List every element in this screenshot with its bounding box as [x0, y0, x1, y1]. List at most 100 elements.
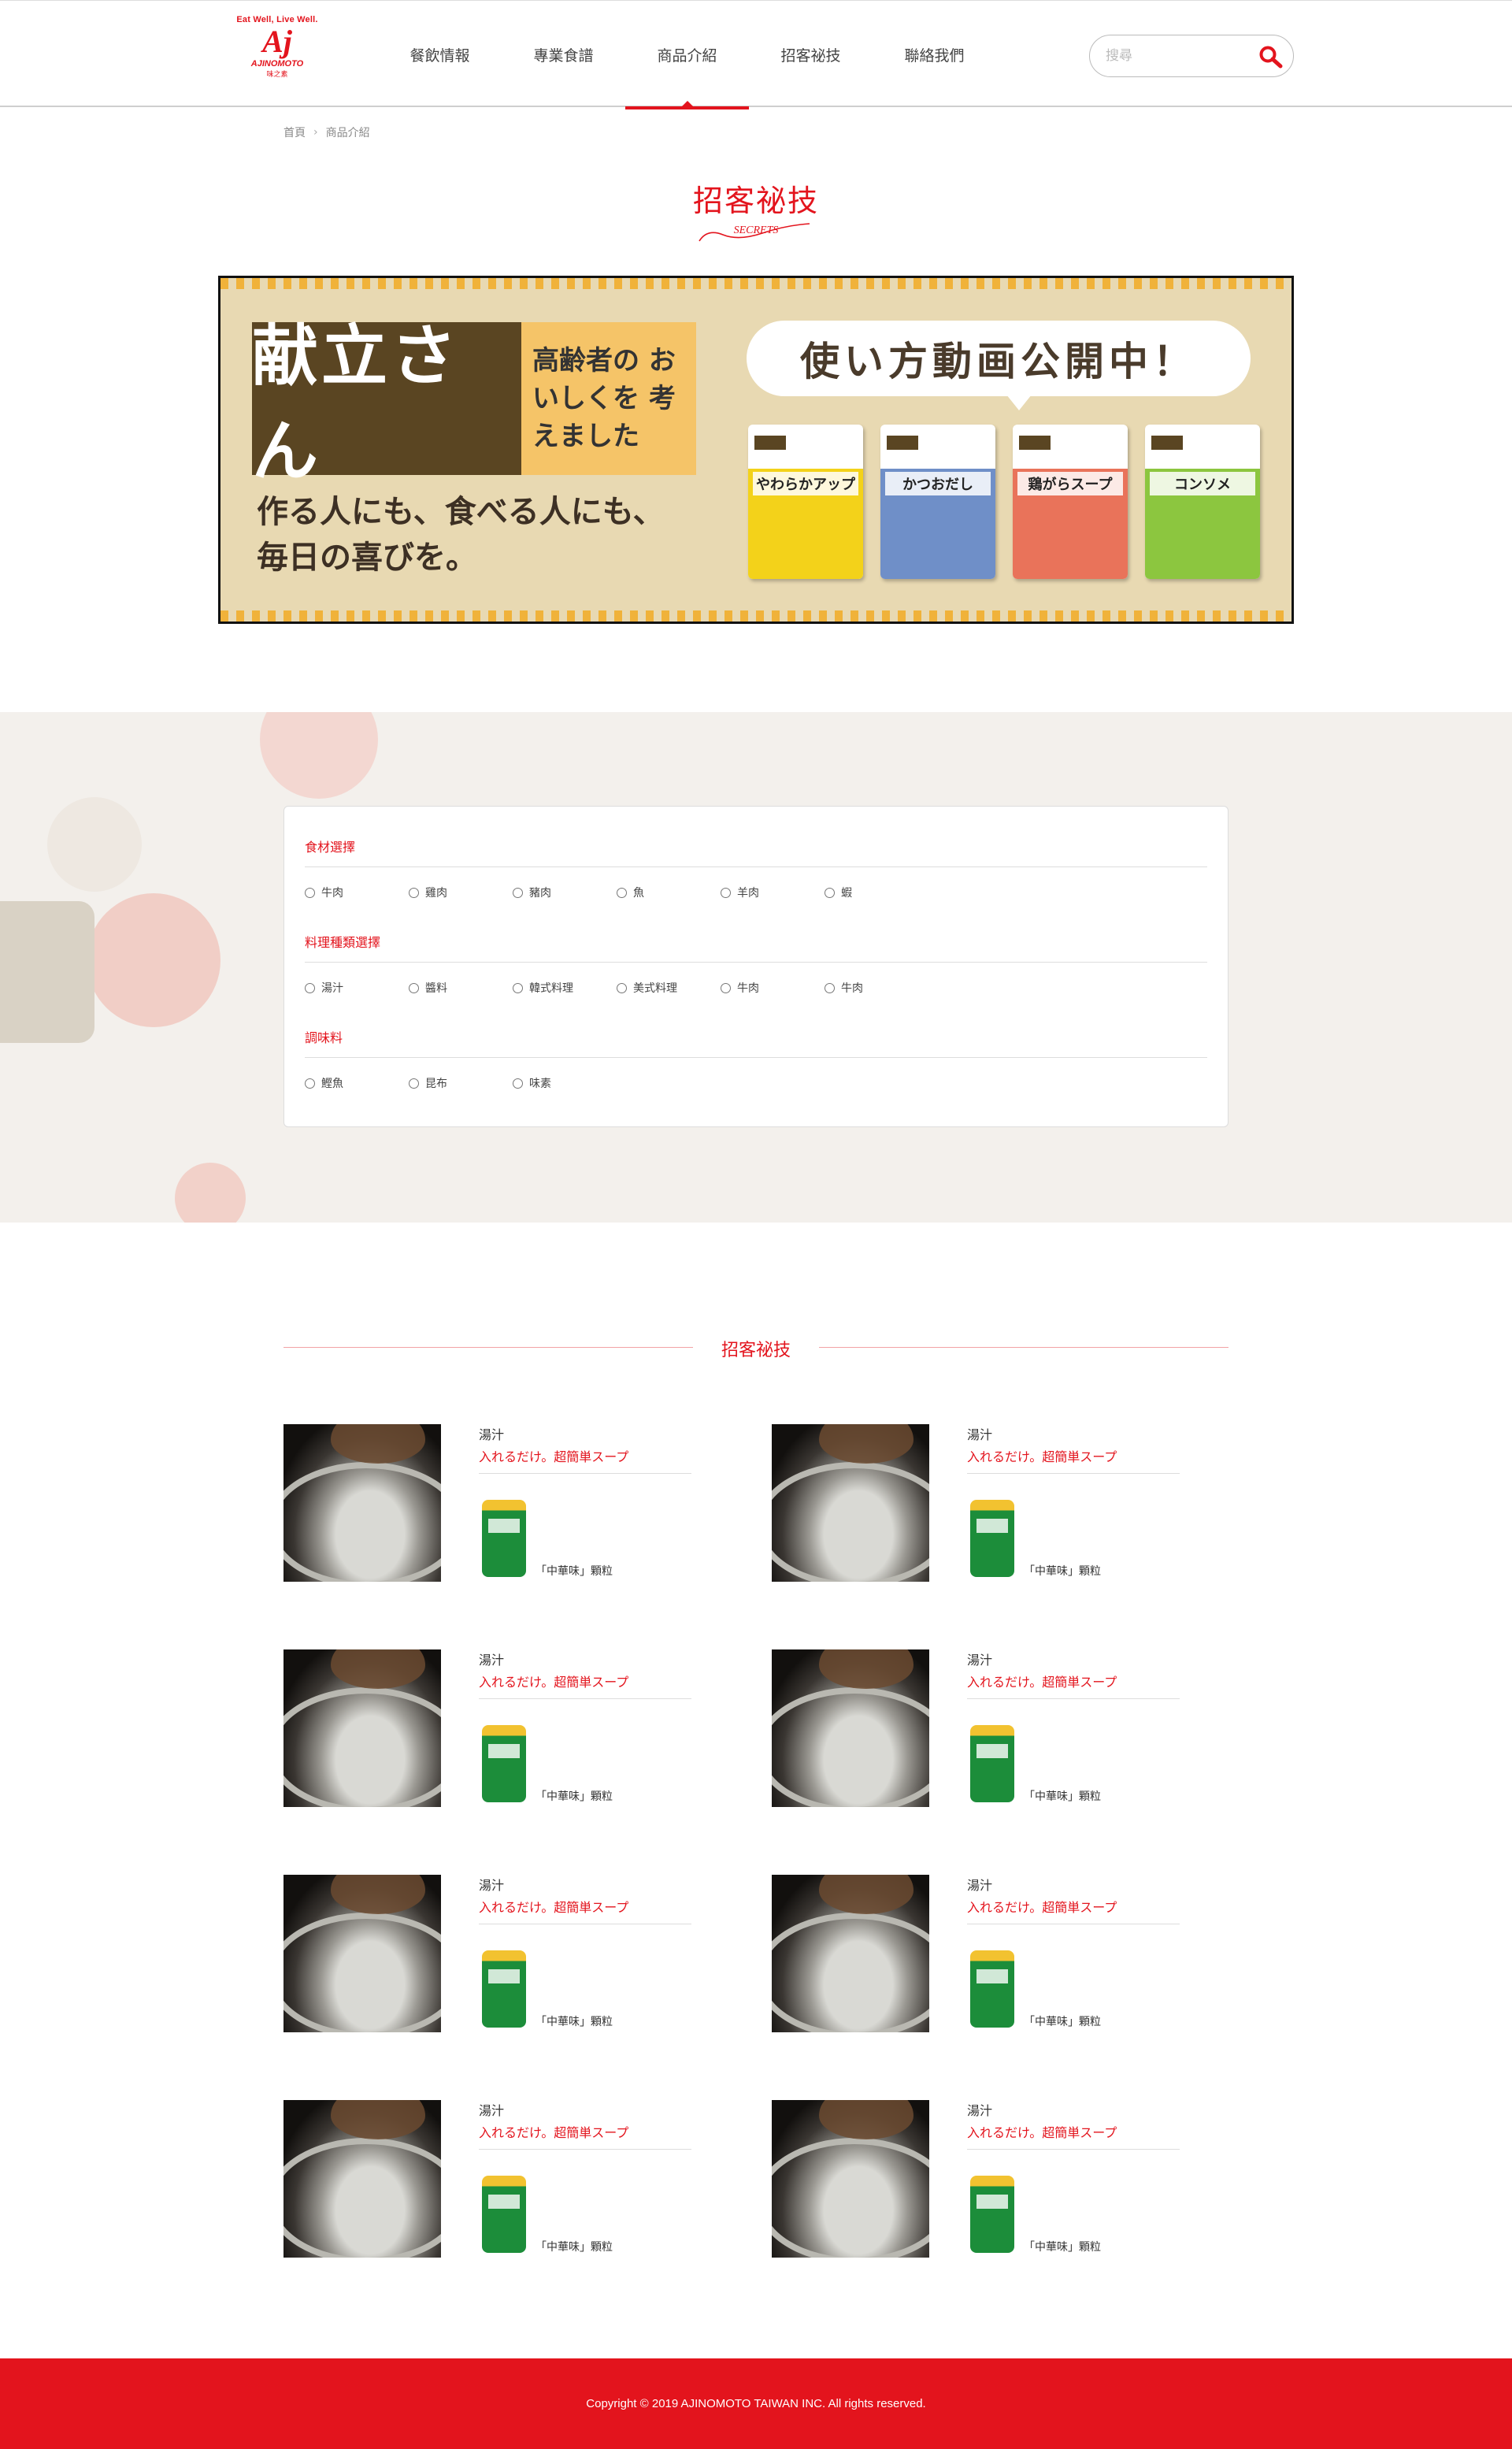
- recipe-thumbnail[interactable]: [772, 1875, 929, 2032]
- radio-button[interactable]: [513, 982, 523, 993]
- filter-option[interactable]: 湯汁: [305, 980, 409, 996]
- radio-button[interactable]: [617, 887, 627, 898]
- radio-button[interactable]: [409, 982, 419, 993]
- recipe-card[interactable]: 湯汁 入れるだけ。超簡単スープ 「中華味」顆粒: [284, 1424, 724, 1582]
- radio-button[interactable]: [617, 982, 627, 993]
- ajinomoto-logo[interactable]: Eat Well, Live Well. Aj AJINOMOTO 味之素: [228, 15, 326, 94]
- filter-option[interactable]: 蝦: [825, 885, 928, 900]
- recipe-category: 湯汁: [967, 1653, 993, 1668]
- filter-panel: 食材選擇 牛肉 雞肉 豬肉 魚 羊肉 蝦 料理種類選擇 湯汁 醬料 韓式料理 美…: [284, 806, 1228, 1127]
- radio-button[interactable]: [513, 887, 523, 898]
- recipe-thumbnail[interactable]: [772, 1424, 929, 1582]
- recipe-product-name: 「中華味」顆粒: [536, 1790, 613, 1803]
- recipe-category: 湯汁: [967, 1878, 993, 1893]
- nav-item-recipes[interactable]: 專業食譜: [502, 1, 625, 108]
- filter-option[interactable]: 昆布: [409, 1075, 513, 1091]
- banner-package: やわらかアップ: [748, 425, 863, 579]
- recipe-title[interactable]: 入れるだけ。超簡単スープ: [479, 1446, 628, 1465]
- product-can-image: [970, 1950, 1014, 2028]
- recipe-thumbnail[interactable]: [772, 1649, 929, 1807]
- nav-item-secrets[interactable]: 招客祕技: [749, 1, 873, 108]
- recipe-card[interactable]: 湯汁 入れるだけ。超簡単スープ 「中華味」顆粒: [772, 1424, 1213, 1582]
- logo-mark: Aj: [262, 24, 292, 59]
- radio-button[interactable]: [825, 887, 835, 898]
- page-title-text: 招客祕技: [692, 184, 819, 218]
- banner-tag-box: 高齢者の おいしくを 考えました: [521, 322, 696, 475]
- radio-button[interactable]: [305, 982, 315, 993]
- filter-group-title: 調味料: [305, 1027, 1207, 1058]
- recipe-thumbnail[interactable]: [772, 2100, 929, 2258]
- recipe-card[interactable]: 湯汁 入れるだけ。超簡単スープ 「中華味」顆粒: [772, 1649, 1213, 1807]
- recipe-card[interactable]: 湯汁 入れるだけ。超簡単スープ 「中華味」顆粒: [284, 1875, 724, 2032]
- tomato-decoration: [175, 1163, 246, 1223]
- recipe-card[interactable]: 湯汁 入れるだけ。超簡単スープ 「中華味」顆粒: [284, 1649, 724, 1807]
- site-header: Eat Well, Live Well. Aj AJINOMOTO 味之素 餐飲…: [0, 0, 1512, 109]
- product-can-image: [482, 1950, 526, 2028]
- recipe-product-name: 「中華味」顆粒: [1024, 2241, 1101, 2254]
- breadcrumb-home[interactable]: 首頁: [284, 124, 306, 140]
- product-can-image: [970, 1500, 1014, 1577]
- recipe-title[interactable]: 入れるだけ。超簡単スープ: [967, 1897, 1117, 1916]
- logo-brand-name-cn: 味之素: [266, 71, 288, 79]
- nav-item-contact[interactable]: 聯絡我們: [873, 1, 996, 108]
- recipe-card[interactable]: 湯汁 入れるだけ。超簡単スープ 「中華味」顆粒: [284, 2100, 724, 2258]
- banner-package-label: やわらかアップ: [753, 472, 858, 495]
- recipe-title[interactable]: 入れるだけ。超簡単スープ: [967, 2122, 1117, 2141]
- banner-package-label: かつおだし: [885, 472, 991, 495]
- radio-button[interactable]: [409, 887, 419, 898]
- filter-option[interactable]: 牛肉: [825, 980, 928, 996]
- banner-logo-text: 献立さん: [252, 317, 461, 490]
- search-input[interactable]: [1106, 45, 1240, 67]
- filter-option[interactable]: 美式料理: [617, 980, 721, 996]
- recipe-title[interactable]: 入れるだけ。超簡単スープ: [967, 1672, 1117, 1690]
- search-box: [1089, 35, 1294, 77]
- radio-button[interactable]: [721, 887, 731, 898]
- filter-option[interactable]: 醬料: [409, 980, 513, 996]
- filter-option[interactable]: 魚: [617, 885, 721, 900]
- radio-button[interactable]: [305, 1078, 315, 1089]
- filter-option[interactable]: 味素: [513, 1075, 617, 1091]
- recipe-title[interactable]: 入れるだけ。超簡単スープ: [479, 1672, 628, 1690]
- radio-button[interactable]: [721, 982, 731, 993]
- product-can-image: [970, 2176, 1014, 2253]
- recipe-category: 湯汁: [967, 2103, 993, 2118]
- radio-button[interactable]: [513, 1078, 523, 1089]
- recipe-thumbnail[interactable]: [284, 1875, 441, 2032]
- recipe-category: 湯汁: [967, 1427, 993, 1442]
- garlic-decoration: [47, 797, 142, 892]
- nav-item-products[interactable]: 商品介紹: [625, 1, 749, 109]
- radio-button[interactable]: [825, 982, 835, 993]
- recipe-thumbnail[interactable]: [284, 1424, 441, 1582]
- filter-option[interactable]: 牛肉: [305, 885, 409, 900]
- filter-option[interactable]: 羊肉: [721, 885, 825, 900]
- promo-banner[interactable]: 献立さん 高齢者の おいしくを 考えました 作る人にも、食べる人にも、 毎日の喜…: [218, 276, 1294, 624]
- filter-option[interactable]: 雞肉: [409, 885, 513, 900]
- banner-package-label: 鶏がらスープ: [1017, 472, 1123, 495]
- results-heading-text: 招客祕技: [721, 1341, 791, 1360]
- filter-group-title: 料理種類選擇: [305, 932, 1207, 963]
- radio-button[interactable]: [409, 1078, 419, 1089]
- recipe-title[interactable]: 入れるだけ。超簡単スープ: [967, 1446, 1117, 1465]
- recipe-card[interactable]: 湯汁 入れるだけ。超簡単スープ 「中華味」顆粒: [772, 2100, 1213, 2258]
- page-title: 招客祕技 SECRETS: [677, 176, 835, 247]
- recipe-title[interactable]: 入れるだけ。超簡単スープ: [479, 2122, 628, 2141]
- results-heading: 招客祕技: [284, 1331, 1228, 1363]
- recipe-category: 湯汁: [479, 2103, 505, 2118]
- logo-brand-name: AJINOMOTO: [250, 59, 304, 69]
- filter-option[interactable]: 鰹魚: [305, 1075, 409, 1091]
- divider-line: [479, 2149, 691, 2150]
- filter-option[interactable]: 牛肉: [721, 980, 825, 996]
- banner-slogan-line1: 作る人にも、食べる人にも、: [257, 493, 665, 530]
- nav-item-dining-info[interactable]: 餐飲情報: [378, 1, 502, 108]
- radio-button[interactable]: [305, 887, 315, 898]
- recipe-thumbnail[interactable]: [284, 2100, 441, 2258]
- filter-option[interactable]: 韓式料理: [513, 980, 617, 996]
- search-icon[interactable]: [1258, 45, 1284, 69]
- main-nav: 餐飲情報 專業食譜 商品介紹 招客祕技 聯絡我們: [378, 1, 996, 109]
- recipe-card[interactable]: 湯汁 入れるだけ。超簡単スープ 「中華味」顆粒: [772, 1875, 1213, 2032]
- filter-option[interactable]: 豬肉: [513, 885, 617, 900]
- recipe-title[interactable]: 入れるだけ。超簡単スープ: [479, 1897, 628, 1916]
- banner-package: コンソメ: [1145, 425, 1260, 579]
- product-can-image: [482, 1725, 526, 1802]
- recipe-thumbnail[interactable]: [284, 1649, 441, 1807]
